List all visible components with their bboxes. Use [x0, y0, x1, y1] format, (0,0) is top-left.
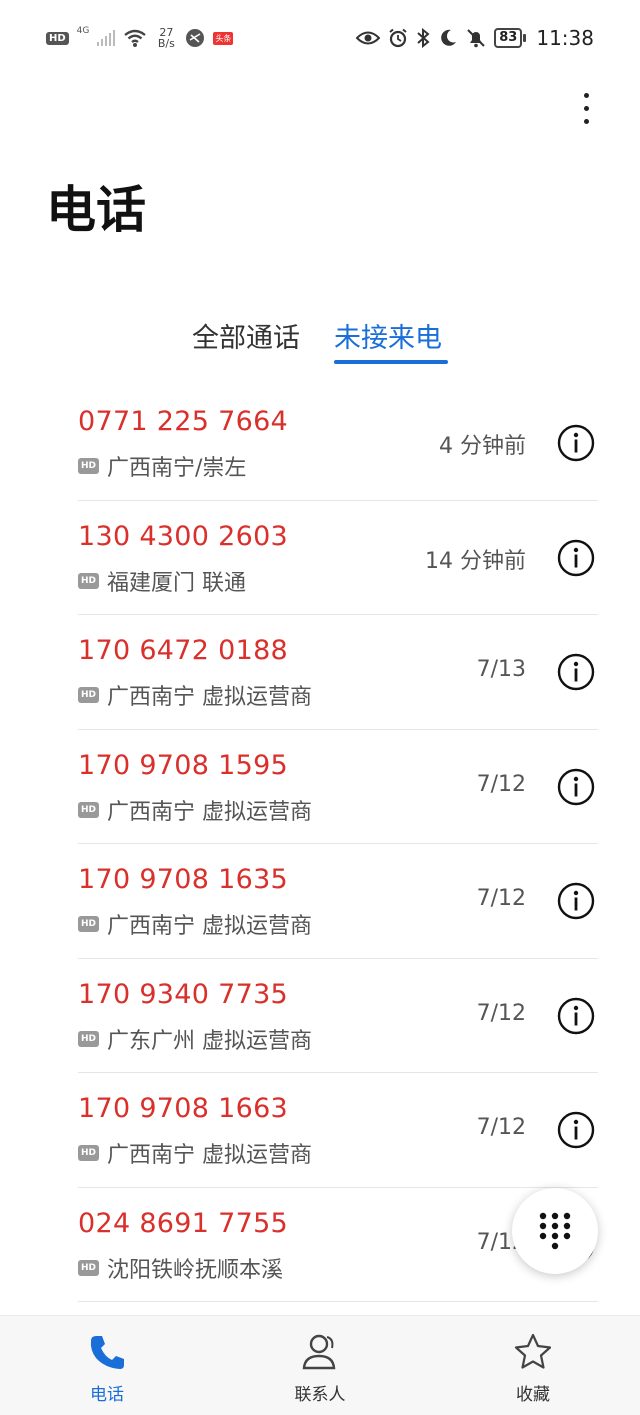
tab-all-calls[interactable]: 全部通话 [192, 316, 300, 368]
info-icon[interactable] [556, 881, 596, 921]
info-icon[interactable] [556, 538, 596, 578]
nav-phone[interactable]: 电话 [47, 1316, 167, 1415]
call-log-list: 0771 225 7664 HD 广西南宁/崇左 4 分钟前 130 4300 2… [78, 386, 598, 1302]
nav-favorites-label: 收藏 [516, 1385, 550, 1405]
caller-number: 170 9708 1595 [78, 749, 289, 781]
caller-number: 170 9708 1663 [78, 1093, 289, 1124]
signal-icon [97, 30, 116, 46]
wifi-icon [124, 29, 147, 47]
hd-call-icon: HD [78, 458, 100, 474]
call-time: 7/13 [476, 657, 526, 682]
caller-number: 130 4300 2603 [78, 520, 289, 552]
call-log-row[interactable]: 170 9340 7735 HD 广东广州 虚拟运营商 7/12 [78, 959, 598, 1073]
hd-call-icon: HD [78, 801, 100, 818]
app-notification-icon [186, 29, 205, 47]
caller-location: 广西南宁/崇左 [107, 456, 247, 481]
dialpad-button[interactable] [512, 1188, 598, 1274]
nav-favorites[interactable]: 收藏 [473, 1316, 593, 1415]
call-log-row[interactable]: 170 9708 1635 HD 广西南宁 虚拟运营商 7/12 [78, 844, 598, 959]
more-options-button[interactable] [570, 86, 602, 130]
hd-volte-icon: HD [46, 31, 69, 45]
battery-icon: 83 [494, 28, 527, 48]
hd-call-icon: HD [78, 1145, 100, 1161]
caller-location: 广西南宁 虚拟运营商 [107, 914, 313, 939]
mute-bell-icon [467, 29, 485, 48]
nav-contacts[interactable]: 联系人 [260, 1316, 380, 1415]
hd-call-icon: HD [78, 1259, 100, 1276]
do-not-disturb-moon-icon [441, 29, 457, 46]
info-icon[interactable] [556, 652, 596, 692]
call-time: 7/12 [476, 1115, 526, 1140]
caller-location: 广西南宁 虚拟运营商 [107, 1143, 313, 1168]
caller-location: 广西南宁 虚拟运营商 [107, 685, 313, 710]
caller-number: 0771 225 7664 [78, 406, 289, 437]
caller-number: 024 8691 7755 [78, 1207, 289, 1239]
dialpad-icon [539, 1212, 571, 1250]
bluetooth-icon [417, 28, 430, 48]
more-vertical-icon [583, 92, 589, 98]
caller-number: 170 6472 0188 [78, 635, 289, 666]
call-log-row[interactable]: 0771 225 7664 HD 广西南宁/崇左 4 分钟前 [78, 386, 598, 501]
page-title: 电话 [46, 181, 146, 239]
caller-location: 广东广州 虚拟运营商 [107, 1028, 313, 1054]
hd-call-icon: HD [78, 572, 100, 589]
star-icon [514, 1333, 552, 1369]
eye-comfort-icon [356, 31, 381, 45]
caller-location: 广西南宁 虚拟运营商 [107, 799, 313, 825]
info-icon[interactable] [556, 423, 596, 463]
news-app-icon: 头条 [213, 31, 234, 45]
call-log-row[interactable]: 170 6472 0188 HD 广西南宁 虚拟运营商 7/13 [78, 615, 598, 730]
hd-call-icon: HD [78, 916, 100, 932]
caller-location: 沈阳铁岭抚顺本溪 [107, 1257, 284, 1283]
network-type: 4G [76, 26, 90, 36]
hd-call-icon: HD [78, 687, 100, 703]
call-filter-tabs: 全部通话 未接来电 [0, 316, 640, 368]
active-tab-indicator [334, 360, 448, 364]
clock: 11:38 [536, 26, 594, 50]
call-log-row[interactable]: 130 4300 2603 HD 福建厦门 联通 14 分钟前 [78, 501, 598, 615]
info-icon[interactable] [556, 1110, 596, 1150]
call-time: 7/12 [476, 886, 526, 911]
status-bar: HD 4G 27 B/s 头条 83 11:38 [0, 0, 640, 76]
contacts-icon [302, 1334, 336, 1370]
call-log-row[interactable]: 170 9708 1595 HD 广西南宁 虚拟运营商 7/12 [78, 730, 598, 844]
network-speed: 27 B/s [157, 26, 175, 50]
nav-contacts-label: 联系人 [294, 1385, 346, 1405]
phone-icon [90, 1336, 124, 1369]
call-time: 14 分钟前 [425, 548, 526, 574]
nav-phone-label: 电话 [90, 1385, 124, 1405]
call-time: 7/12 [476, 771, 526, 797]
caller-number: 170 9708 1635 [78, 864, 289, 895]
call-time: 4 分钟前 [439, 434, 526, 459]
call-time: 7/12 [476, 1000, 526, 1026]
info-icon[interactable] [556, 767, 596, 807]
caller-number: 170 9340 7735 [78, 978, 289, 1010]
info-icon[interactable] [556, 996, 596, 1036]
alarm-icon [389, 28, 407, 48]
hd-call-icon: HD [78, 1030, 100, 1047]
caller-location: 福建厦门 联通 [107, 570, 247, 596]
bottom-navigation: 电话 联系人 收藏 [0, 1315, 640, 1415]
call-log-row[interactable]: 170 9708 1663 HD 广西南宁 虚拟运营商 7/12 [78, 1073, 598, 1188]
